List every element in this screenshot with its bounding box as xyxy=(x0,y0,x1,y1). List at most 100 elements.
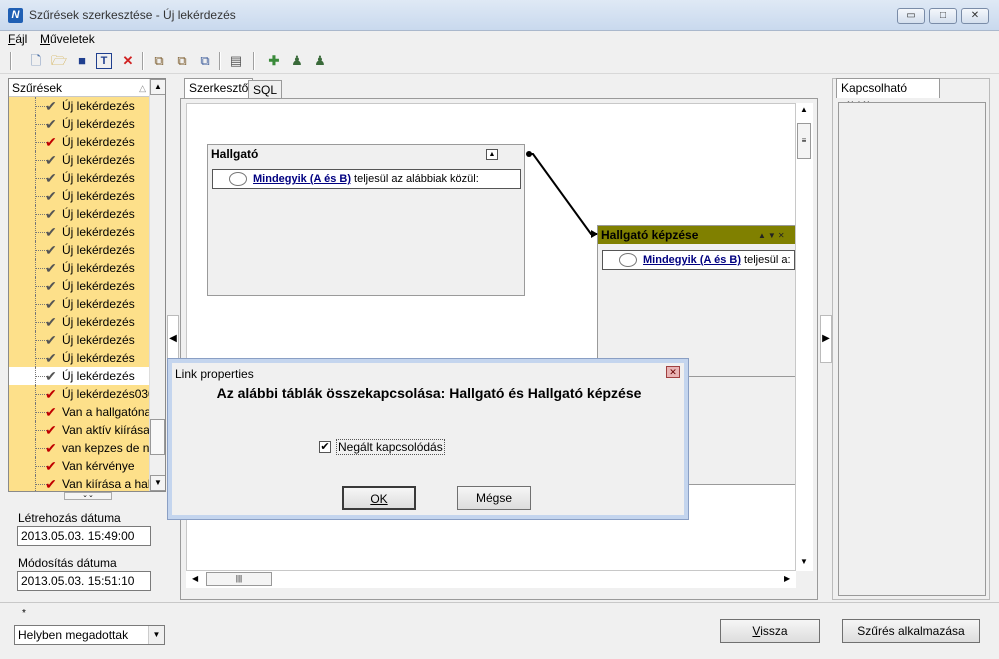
menu-file[interactable]: Fájl xyxy=(8,31,27,48)
created-date-field[interactable]: 2013.05.03. 15:49:00 xyxy=(17,526,151,546)
tree-item[interactable]: ✔ Új lekérdezés0307 xyxy=(9,385,149,403)
tree-item[interactable]: ✔ Új lekérdezés xyxy=(9,169,149,187)
tree-item[interactable]: ✔ Van kiírása a hallg xyxy=(9,475,149,492)
filter-settings-icon[interactable]: ▤ xyxy=(227,52,245,70)
tree-item-label: van kepzes de nin xyxy=(62,441,149,455)
scroll-up-icon[interactable]: ▲ xyxy=(150,79,165,95)
tree-item[interactable]: ✔ Új lekérdezés xyxy=(9,115,149,133)
tree-item[interactable]: ✔ Új lekérdezés xyxy=(9,133,149,151)
open-folder-icon[interactable]: 🗁 xyxy=(50,52,68,70)
filter-tree[interactable]: Szűrések △ ✔ Új lekérdezés ✔ Új lekérdezés ✔… xyxy=(8,78,166,492)
check-icon: ✔ xyxy=(45,314,57,330)
scroll-up-icon[interactable]: ▲ xyxy=(800,105,808,114)
tree-item[interactable]: ✔ Új lekérdezés xyxy=(9,277,149,295)
check-icon: ✔ xyxy=(45,296,57,312)
new-document-icon[interactable]: 🗋 xyxy=(27,52,45,70)
copy-icon[interactable]: ⧉ xyxy=(150,52,168,70)
check-icon: ✔ xyxy=(45,458,57,474)
check-icon: ✔ xyxy=(45,134,57,150)
tree-item[interactable]: ✔ Új lekérdezés xyxy=(9,223,149,241)
tree-item[interactable]: ✔ Új lekérdezés xyxy=(9,295,149,313)
tree-item[interactable]: ✔ Új lekérdezés xyxy=(9,259,149,277)
toolbar-separator xyxy=(10,52,12,70)
check-icon: ✔ xyxy=(45,476,57,492)
negated-join-checkbox[interactable]: ✔ xyxy=(319,441,331,453)
tree-item[interactable]: ✔ Van aktív kiírása xyxy=(9,421,149,439)
sort-icon[interactable]: △ xyxy=(139,79,146,97)
joinable-tables-list[interactable] xyxy=(838,102,986,596)
tree-item[interactable]: ✔ Új lekérdezés xyxy=(9,241,149,259)
tree-item[interactable]: ✔ Új lekérdezés xyxy=(9,205,149,223)
scope-select[interactable]: Helyben megadottak xyxy=(14,625,165,645)
check-icon: ✔ xyxy=(45,350,57,366)
ok-button[interactable]: OK xyxy=(342,486,416,510)
duplicate-icon[interactable]: ⧉ xyxy=(196,52,214,70)
tree-item[interactable]: ✔ Új lekérdezés xyxy=(9,331,149,349)
add-user-icon[interactable]: ♟ xyxy=(288,52,306,70)
negated-join-label[interactable]: Negált kapcsolódás xyxy=(336,439,445,455)
close-button[interactable]: ✕ xyxy=(961,8,989,24)
check-icon: ✔ xyxy=(45,170,57,186)
paste-icon[interactable]: ⧉ xyxy=(173,52,191,70)
check-icon: ✔ xyxy=(45,404,57,420)
modified-date-field[interactable]: 2013.05.03. 15:51:10 xyxy=(17,571,151,591)
tree-item[interactable]: ✔ Új lekérdezés xyxy=(9,97,149,115)
dialog-close-icon[interactable]: ✕ xyxy=(666,366,680,378)
scroll-down-icon[interactable]: ▼ xyxy=(800,557,808,566)
tree-item-label: Új lekérdezés xyxy=(62,315,135,329)
tree-list: ✔ Új lekérdezés ✔ Új lekérdezés ✔ Új lekérdez… xyxy=(9,97,149,492)
tree-item-label: Új lekérdezés xyxy=(62,279,135,293)
tree-item-label: Új lekérdezés xyxy=(62,117,135,131)
text-edit-icon[interactable]: T xyxy=(96,53,112,69)
menu-bar: Fájl Műveletek xyxy=(0,31,999,48)
check-icon: ✔ xyxy=(45,368,57,384)
menu-actions[interactable]: Műveletek xyxy=(40,31,95,48)
tree-header-label: Szűrések xyxy=(12,81,63,95)
check-icon: ✔ xyxy=(45,332,57,348)
delete-icon[interactable]: ✕ xyxy=(119,52,137,70)
tree-item-label: Új lekérdezés xyxy=(62,135,135,149)
scroll-right-icon[interactable]: ▶ xyxy=(784,574,790,583)
dialog-body: Az alábbi táblák összekapcsolása: Hallga… xyxy=(174,381,684,514)
tab-editor[interactable]: Szerkesztő xyxy=(184,78,254,98)
tree-item-label: Van a hallgatónak xyxy=(62,405,149,419)
scroll-left-icon[interactable]: ◀ xyxy=(192,574,198,583)
tab-sql[interactable]: SQL xyxy=(248,80,283,98)
apply-filter-button[interactable]: Szűrés alkalmazása xyxy=(842,619,980,643)
editor-hscrollbar[interactable]: ◀ ||| ▶ xyxy=(186,571,796,588)
collapse-left-icon[interactable]: ◀ xyxy=(167,315,179,363)
back-button[interactable]: Vissza xyxy=(720,619,820,643)
maximize-button[interactable]: □ xyxy=(929,8,957,24)
collapse-right-icon[interactable]: ▶ xyxy=(820,315,832,363)
window-title: Szűrések szerkesztése - Új lekérdezés xyxy=(29,8,236,22)
tree-item[interactable]: ✔ Új lekérdezés xyxy=(9,187,149,205)
modified-marker: * xyxy=(22,608,26,619)
tree-item[interactable]: ✔ Van a hallgatónak xyxy=(9,403,149,421)
tree-header[interactable]: Szűrések △ xyxy=(9,79,149,97)
minimize-button[interactable]: ▭ xyxy=(897,8,925,24)
tree-scroll-thumb[interactable] xyxy=(150,419,165,455)
check-icon: ✔ xyxy=(45,440,57,456)
tree-resize-handle[interactable]: ⌄⌄ xyxy=(64,492,112,500)
editor-hscroll-thumb[interactable]: ||| xyxy=(206,572,272,586)
tree-item[interactable]: ✔ van kepzes de nin xyxy=(9,439,149,457)
tree-item[interactable]: ✔ Van kérvénye xyxy=(9,457,149,475)
tree-item[interactable]: ✔ Új lekérdezés xyxy=(9,367,149,385)
tree-item-label: Van kiírása a hallg xyxy=(62,477,149,491)
save-icon[interactable]: ■ xyxy=(73,52,91,70)
tree-item[interactable]: ✔ Új lekérdezés xyxy=(9,313,149,331)
add-table-icon[interactable]: ✚ xyxy=(265,52,283,70)
scroll-down-icon[interactable]: ▼ xyxy=(150,475,165,491)
check-icon: ✔ xyxy=(45,242,57,258)
chevron-down-icon[interactable]: ▼ xyxy=(148,626,164,644)
editor-vscrollbar[interactable]: ▲ ≡ ▼ xyxy=(796,103,813,571)
tree-item[interactable]: ✔ Új lekérdezés xyxy=(9,349,149,367)
tree-item[interactable]: ✔ Új lekérdezés xyxy=(9,151,149,169)
editor-vscroll-thumb[interactable]: ≡ xyxy=(797,123,811,159)
add-group-icon[interactable]: ♟ xyxy=(311,52,329,70)
tree-item-label: Új lekérdezés xyxy=(62,225,135,239)
tab-joinable-tables[interactable]: Kapcsolható táblák xyxy=(836,78,940,113)
tree-item-label: Új lekérdezés xyxy=(62,189,135,203)
cancel-button[interactable]: Mégse xyxy=(457,486,531,510)
check-icon: ✔ xyxy=(45,278,57,294)
